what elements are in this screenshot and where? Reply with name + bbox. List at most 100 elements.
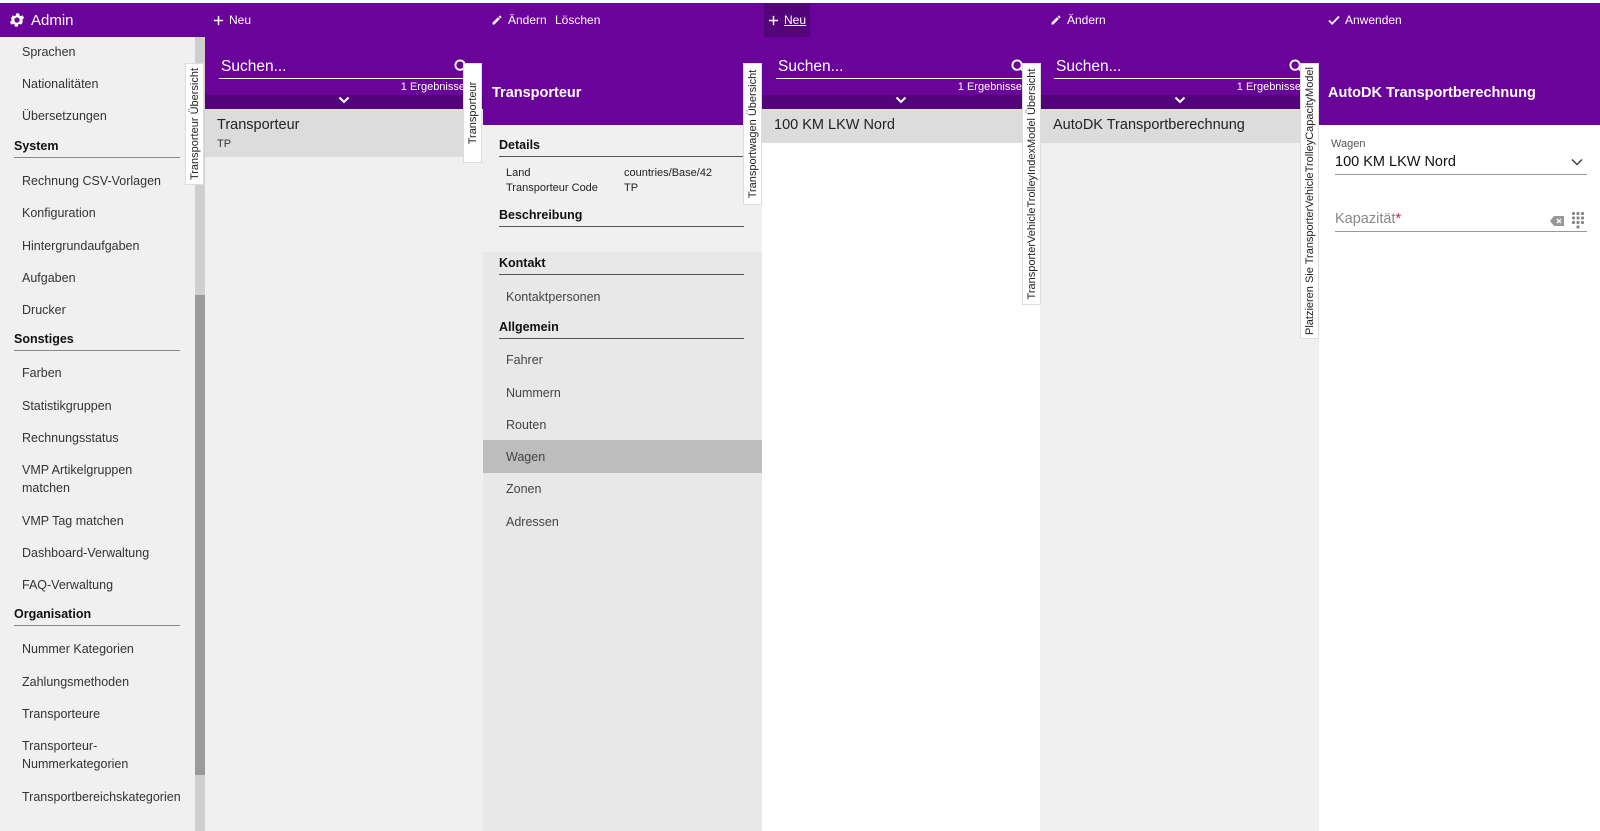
kapazitaet-placeholder-text: Kapazität bbox=[1335, 211, 1396, 227]
relation-kontaktpersonen[interactable]: Kontaktpersonen bbox=[506, 290, 601, 304]
pane3-search-placeholder: Suchen... bbox=[778, 58, 844, 75]
pane1-new-button[interactable]: Neu bbox=[213, 3, 251, 37]
sidebar-item-nationalitaeten[interactable]: Nationalitäten bbox=[22, 75, 192, 93]
chevron-down-icon[interactable] bbox=[1174, 95, 1186, 105]
sidebar-section-sonstiges: Sonstiges bbox=[14, 332, 180, 351]
vtab-label: Transporteur bbox=[466, 81, 479, 145]
chevron-down-icon bbox=[1571, 158, 1583, 166]
relation-fahrer[interactable]: Fahrer bbox=[506, 353, 543, 367]
pane3-new-label: Neu bbox=[784, 13, 807, 27]
field-label-code: Transporteur Code bbox=[506, 182, 598, 194]
sidebar-item-rechnung-csv[interactable]: Rechnung CSV-Vorlagen bbox=[22, 172, 192, 190]
pane2-delete-button[interactable]: Löschen bbox=[555, 3, 600, 37]
pane-transporteur-detail: Transporteur Details Land countries/Base… bbox=[483, 37, 762, 831]
field-label-land: Land bbox=[506, 167, 531, 179]
relation-adressen[interactable]: Adressen bbox=[506, 515, 559, 529]
list-item-title: 100 KM LKW Nord bbox=[774, 117, 895, 133]
admin-menu[interactable]: Admin bbox=[8, 3, 74, 37]
list-item-title: AutoDK Transportberechnung bbox=[1053, 117, 1245, 133]
pencil-icon bbox=[1051, 15, 1061, 25]
sidebar-item-hintergrundaufgaben[interactable]: Hintergrundaufgaben bbox=[22, 237, 192, 255]
vtab-transporteur[interactable]: Transporteur bbox=[463, 63, 482, 163]
sidebar-item-zahlungsmethoden[interactable]: Zahlungsmethoden bbox=[22, 673, 192, 691]
plus-icon bbox=[213, 15, 224, 25]
contact-heading: Kontakt bbox=[499, 256, 744, 275]
sidebar-item-vmp-artikelgruppen[interactable]: VMP Artikelgruppen matchen bbox=[22, 461, 152, 497]
chevron-down-icon[interactable] bbox=[895, 95, 907, 105]
sidebar-item-uebersetzungen[interactable]: Übersetzungen bbox=[22, 107, 192, 125]
field-value-land: countries/Base/42 bbox=[624, 167, 713, 179]
sidebar-item-drucker[interactable]: Drucker bbox=[22, 301, 192, 319]
pane4-edit-button[interactable]: Ändern bbox=[1050, 3, 1106, 37]
list-item[interactable]: Transporteur TP bbox=[205, 109, 475, 157]
gear-icon bbox=[9, 13, 25, 27]
kapazitaet-placeholder: Kapazität* bbox=[1335, 211, 1401, 227]
vtab-label: Transportwagen Übersicht bbox=[746, 69, 759, 199]
sidebar-item-transporteure[interactable]: Transporteure bbox=[22, 705, 192, 723]
plus-icon bbox=[768, 15, 779, 25]
pane4-search-input[interactable]: Suchen... bbox=[1054, 57, 1304, 79]
keypad-icon[interactable] bbox=[1571, 211, 1585, 229]
wagen-select[interactable]: 100 KM LKW Nord bbox=[1335, 153, 1587, 175]
pane2-header bbox=[483, 37, 762, 125]
pane1-new-label: Neu bbox=[229, 13, 252, 27]
pane-capacity-form: AutoDK Transportberechnung Wagen 100 KM … bbox=[1319, 37, 1600, 831]
list-item[interactable]: 100 KM LKW Nord bbox=[762, 109, 1032, 143]
relation-zonen[interactable]: Zonen bbox=[506, 482, 541, 496]
pane3-search-input[interactable]: Suchen... bbox=[776, 57, 1026, 79]
vtab-transporteur-overview[interactable]: Transporteur Übersicht bbox=[185, 63, 204, 185]
sidebar-item-faq-verwaltung[interactable]: FAQ-Verwaltung bbox=[22, 576, 192, 594]
pane-transporteur-overview: Suchen... 1 Ergebnisse Transporteur TP bbox=[205, 37, 483, 831]
pane-trolley-index-overview: Suchen... 1 Ergebnisse AutoDK Transportb… bbox=[1040, 37, 1319, 831]
vtab-transportwagen-overview[interactable]: Transportwagen Übersicht bbox=[743, 63, 762, 205]
vtab-trolley-index-overview[interactable]: TransporterVehicleTrolleyIndexModel Über… bbox=[1022, 63, 1041, 305]
sidebar-section-system: System bbox=[14, 139, 180, 158]
pane1-search-input[interactable]: Suchen... bbox=[219, 57, 469, 79]
pane-transportwagen-overview: Suchen... 1 Ergebnisse 100 KM LKW Nord bbox=[762, 37, 1040, 831]
pencil-icon bbox=[492, 15, 502, 25]
sidebar-item-farben[interactable]: Farben bbox=[22, 364, 192, 382]
pane5-title: AutoDK Transportberechnung bbox=[1328, 85, 1536, 101]
sidebar-item-statistikgruppen[interactable]: Statistikgruppen bbox=[22, 397, 192, 415]
sidebar-item-dashboard-verwaltung[interactable]: Dashboard-Verwaltung bbox=[22, 544, 192, 562]
sidebar-item-transporteur-nummerkategorien[interactable]: Transporteur-Nummerkategorien bbox=[22, 737, 142, 773]
vtab-label: TransporterVehicleTrolleyIndexModel Über… bbox=[1025, 68, 1038, 300]
sidebar: Sprachen Nationalitäten Übersetzungen Sy… bbox=[0, 37, 205, 831]
vtab-capacity-model[interactable]: Platzieren Sie TransporterVehicleTrolley… bbox=[1300, 63, 1319, 339]
sidebar-item-transportbereichskategorien[interactable]: Transportbereichskategorien bbox=[22, 788, 202, 806]
pane2-delete-label: Löschen bbox=[555, 13, 601, 27]
sidebar-item-vmp-tag[interactable]: VMP Tag matchen bbox=[22, 512, 192, 530]
clear-backspace-icon[interactable] bbox=[1549, 215, 1565, 227]
app-title: Admin bbox=[31, 11, 74, 29]
wagen-field-label: Wagen bbox=[1331, 138, 1366, 150]
pane2-edit-label: Ändern bbox=[508, 13, 547, 27]
wagen-select-value: 100 KM LKW Nord bbox=[1335, 154, 1456, 170]
pane4-search-placeholder: Suchen... bbox=[1056, 58, 1122, 75]
kapazitaet-input[interactable]: Kapazität* bbox=[1335, 210, 1587, 232]
apply-button[interactable]: Anwenden bbox=[1328, 3, 1402, 37]
list-item-title: Transporteur bbox=[217, 117, 300, 133]
list-item[interactable]: AutoDK Transportberechnung bbox=[1040, 109, 1310, 143]
pane1-result-count: 1 Ergebnisse bbox=[400, 81, 465, 93]
pane2-title: Transporteur bbox=[492, 85, 582, 101]
sidebar-item-rechnungsstatus[interactable]: Rechnungsstatus bbox=[22, 429, 192, 447]
sidebar-item-konfiguration[interactable]: Konfiguration bbox=[22, 204, 192, 222]
pane1-search-placeholder: Suchen... bbox=[221, 58, 287, 75]
relation-routen[interactable]: Routen bbox=[506, 418, 546, 432]
relation-nummern[interactable]: Nummern bbox=[506, 386, 561, 400]
sidebar-scrollbar-thumb[interactable] bbox=[195, 295, 205, 775]
pane3-new-button[interactable]: Neu bbox=[764, 3, 811, 37]
apply-label: Anwenden bbox=[1345, 13, 1402, 27]
sidebar-item-sprachen[interactable]: Sprachen bbox=[22, 43, 192, 61]
details-heading: Details bbox=[499, 138, 744, 157]
check-icon bbox=[1328, 15, 1340, 25]
pane2-edit-button[interactable]: Ändern bbox=[491, 3, 547, 37]
pane4-edit-label: Ändern bbox=[1067, 13, 1106, 27]
sidebar-section-organisation: Organisation bbox=[14, 607, 180, 626]
chevron-down-icon[interactable] bbox=[338, 95, 350, 105]
sidebar-item-nummer-kategorien[interactable]: Nummer Kategorien bbox=[22, 640, 192, 658]
pane3-result-count: 1 Ergebnisse bbox=[957, 81, 1022, 93]
sidebar-item-aufgaben[interactable]: Aufgaben bbox=[22, 269, 192, 287]
pane5-header bbox=[1319, 37, 1600, 125]
relation-wagen[interactable]: Wagen bbox=[506, 450, 545, 464]
